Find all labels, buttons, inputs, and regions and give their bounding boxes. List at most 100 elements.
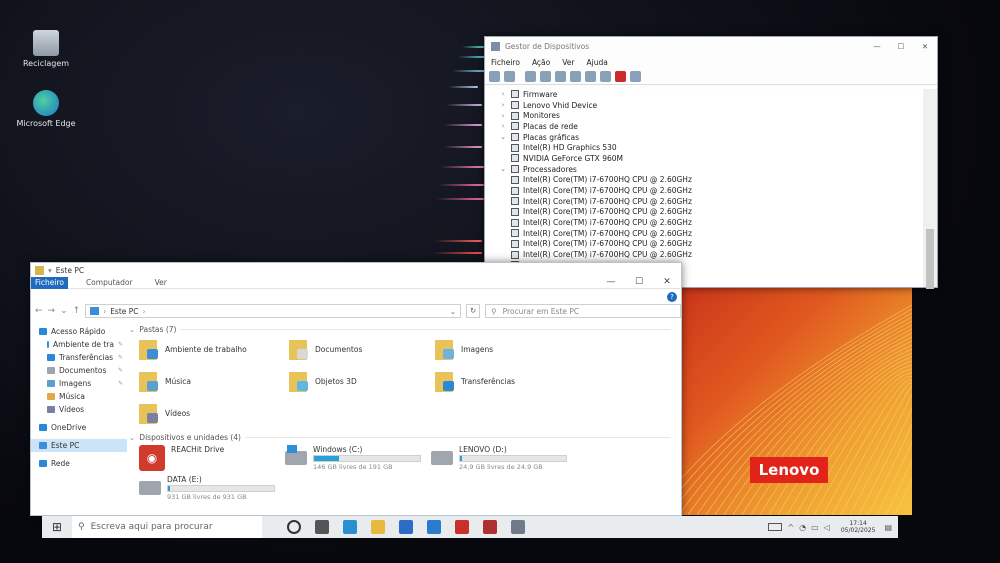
- section-header-drives[interactable]: ⌄ Dispositivos e unidades (4): [129, 431, 681, 443]
- chevron-right-icon[interactable]: ›: [499, 101, 507, 109]
- mail-icon[interactable]: [399, 520, 413, 534]
- sidebar-item[interactable]: Acesso Rápido: [31, 325, 127, 338]
- maximize-button[interactable]: ☐: [889, 42, 913, 51]
- keyboard-icon[interactable]: [768, 523, 783, 531]
- device-category[interactable]: › Lenovo Vhid Device: [485, 100, 923, 111]
- address-bar[interactable]: › Este PC › ⌄: [85, 304, 462, 318]
- shield-icon[interactable]: [483, 520, 497, 534]
- tab-view[interactable]: Ver: [151, 278, 171, 287]
- device-item[interactable]: Intel(R) Core(TM) i7-6700HQ CPU @ 2.60GH…: [485, 239, 923, 250]
- device-category[interactable]: › Firmware: [485, 89, 923, 100]
- sidebar-item[interactable]: OneDrive: [31, 421, 127, 434]
- view-icon[interactable]: [570, 71, 581, 82]
- menu-action[interactable]: Ação: [532, 58, 550, 67]
- device-item[interactable]: Intel(R) HD Graphics 530: [485, 142, 923, 153]
- section-header-folders[interactable]: ⌄ Pastas (7): [129, 323, 681, 335]
- sidebar-item[interactable]: Rede: [31, 457, 127, 470]
- volume-icon[interactable]: ◁: [824, 523, 830, 532]
- forward-icon[interactable]: [504, 71, 515, 82]
- store-icon[interactable]: [427, 520, 441, 534]
- sidebar-item[interactable]: Imagens ✎: [31, 377, 127, 390]
- device-tree[interactable]: › Firmware › Lenovo Vhid Device › Monitores › P…: [485, 89, 923, 287]
- list-icon[interactable]: [540, 71, 551, 82]
- search-input[interactable]: ⚲ Procurar em Este PC: [485, 304, 682, 318]
- recent-icon[interactable]: ⌄: [60, 306, 68, 316]
- up-icon[interactable]: ↑: [73, 306, 81, 316]
- quick-access-toolbar-icon[interactable]: ▾: [48, 266, 52, 275]
- back-icon[interactable]: ←: [35, 306, 43, 316]
- menu-view[interactable]: Ver: [562, 58, 574, 67]
- device-item[interactable]: Intel(R) Core(TM) i7-6700HQ CPU @ 2.60GH…: [485, 217, 923, 228]
- scrollbar[interactable]: [923, 89, 937, 289]
- menu-help[interactable]: Ajuda: [587, 58, 608, 67]
- folder-tile[interactable]: Imagens: [435, 335, 581, 363]
- news-icon[interactable]: [455, 520, 469, 534]
- chevron-down-icon[interactable]: ⌄: [499, 133, 507, 141]
- folder-tile[interactable]: Objetos 3D: [289, 367, 435, 395]
- monitor-icon[interactable]: [585, 71, 596, 82]
- edge-icon[interactable]: [343, 520, 357, 534]
- sidebar-item[interactable]: Música: [31, 390, 127, 403]
- drive-tile[interactable]: ◉ REACHit Drive: [139, 443, 285, 471]
- taskbar-search[interactable]: ⚲ Escreva aqui para procurar: [72, 516, 262, 538]
- breadcrumb[interactable]: Este PC: [110, 307, 138, 316]
- task-view-icon[interactable]: [315, 520, 329, 534]
- drive-tile[interactable]: LENOVO (D:) 24,9 GB livres de 24,9 GB: [431, 443, 577, 471]
- file-explorer-window[interactable]: ▾ Este PC — ☐ ✕ Ficheiro Computador Ver …: [30, 262, 682, 516]
- sidebar-item[interactable]: Ambiente de tra ✎: [31, 338, 127, 351]
- device-category[interactable]: ⌄ Processadores: [485, 164, 923, 175]
- desktop-icon-edge[interactable]: Microsoft Edge: [16, 90, 76, 128]
- content-pane[interactable]: ⌄ Pastas (7) Ambiente de trabalho Documen…: [129, 321, 681, 515]
- folder-tile[interactable]: Ambiente de trabalho: [139, 335, 289, 363]
- desktop-icon-recycle-bin[interactable]: Reciclagem: [16, 30, 76, 68]
- close-button[interactable]: ✕: [913, 42, 937, 51]
- help-icon[interactable]: [555, 71, 566, 82]
- sidebar-item[interactable]: Documentos ✎: [31, 364, 127, 377]
- forward-icon[interactable]: →: [48, 306, 56, 316]
- menu-file[interactable]: Ficheiro: [491, 58, 520, 67]
- start-button[interactable]: ⊞: [42, 520, 72, 534]
- minimize-button[interactable]: —: [597, 277, 625, 287]
- folder-tile[interactable]: Vídeos: [139, 399, 289, 427]
- file-explorer-icon[interactable]: [371, 520, 385, 534]
- device-item[interactable]: Intel(R) Core(TM) i7-6700HQ CPU @ 2.60GH…: [485, 207, 923, 218]
- back-icon[interactable]: [489, 71, 500, 82]
- navigation-pane[interactable]: Acesso Rápido Ambiente de tra ✎ Transferênc…: [31, 325, 127, 515]
- device-category[interactable]: › Monitores: [485, 110, 923, 121]
- chevron-down-icon[interactable]: ⌄: [499, 165, 507, 173]
- tab-computer[interactable]: Computador: [82, 278, 137, 287]
- chevron-down-icon[interactable]: ⌄: [450, 307, 456, 316]
- sidebar-item[interactable]: Este PC: [31, 439, 127, 452]
- folder-tile[interactable]: Transferências: [435, 367, 581, 395]
- device-item[interactable]: NVIDIA GeForce GTX 960M: [485, 153, 923, 164]
- folder-tile[interactable]: Música: [139, 367, 289, 395]
- uninstall-icon[interactable]: [615, 71, 626, 82]
- notification-icon[interactable]: ▤: [884, 523, 892, 532]
- properties-icon[interactable]: [525, 71, 536, 82]
- device-manager-window[interactable]: Gestor de Dispositivos — ☐ ✕ Ficheiro Aç…: [484, 36, 938, 289]
- sidebar-item[interactable]: Transferências ✎: [31, 351, 127, 364]
- device-item[interactable]: Intel(R) Core(TM) i7-6700HQ CPU @ 2.60GH…: [485, 196, 923, 207]
- chevron-right-icon[interactable]: ›: [499, 90, 507, 98]
- tab-file[interactable]: Ficheiro: [31, 276, 68, 289]
- device-item[interactable]: Intel(R) Core(TM) i7-6700HQ CPU @ 2.60GH…: [485, 175, 923, 186]
- drive-tile[interactable]: Windows (C:) 146 GB livres de 191 GB: [285, 443, 431, 471]
- chevron-up-icon[interactable]: ^: [787, 523, 794, 532]
- cortana-icon[interactable]: [287, 520, 301, 534]
- device-item[interactable]: Intel(R) Core(TM) i7-6700HQ CPU @ 2.60GH…: [485, 249, 923, 260]
- drive-tile[interactable]: DATA (E:) 931 GB livres de 931 GB: [139, 473, 285, 501]
- device-manager-icon[interactable]: [511, 520, 525, 534]
- folder-tile[interactable]: Documentos: [289, 335, 435, 363]
- device-item[interactable]: Intel(R) Core(TM) i7-6700HQ CPU @ 2.60GH…: [485, 228, 923, 239]
- sidebar-item[interactable]: Vídeos: [31, 403, 127, 416]
- minimize-button[interactable]: —: [865, 42, 889, 51]
- update-driver-icon[interactable]: [600, 71, 611, 82]
- battery-icon[interactable]: ▭: [811, 523, 819, 532]
- device-category[interactable]: ⌄ Placas gráficas: [485, 132, 923, 143]
- chevron-right-icon[interactable]: ›: [499, 122, 507, 130]
- chevron-right-icon[interactable]: ›: [499, 112, 507, 120]
- scroll-thumb[interactable]: [926, 229, 934, 289]
- refresh-button[interactable]: ↻: [466, 304, 481, 318]
- maximize-button[interactable]: ☐: [625, 277, 653, 287]
- clock[interactable]: 17:14 05/02/2025: [841, 520, 876, 534]
